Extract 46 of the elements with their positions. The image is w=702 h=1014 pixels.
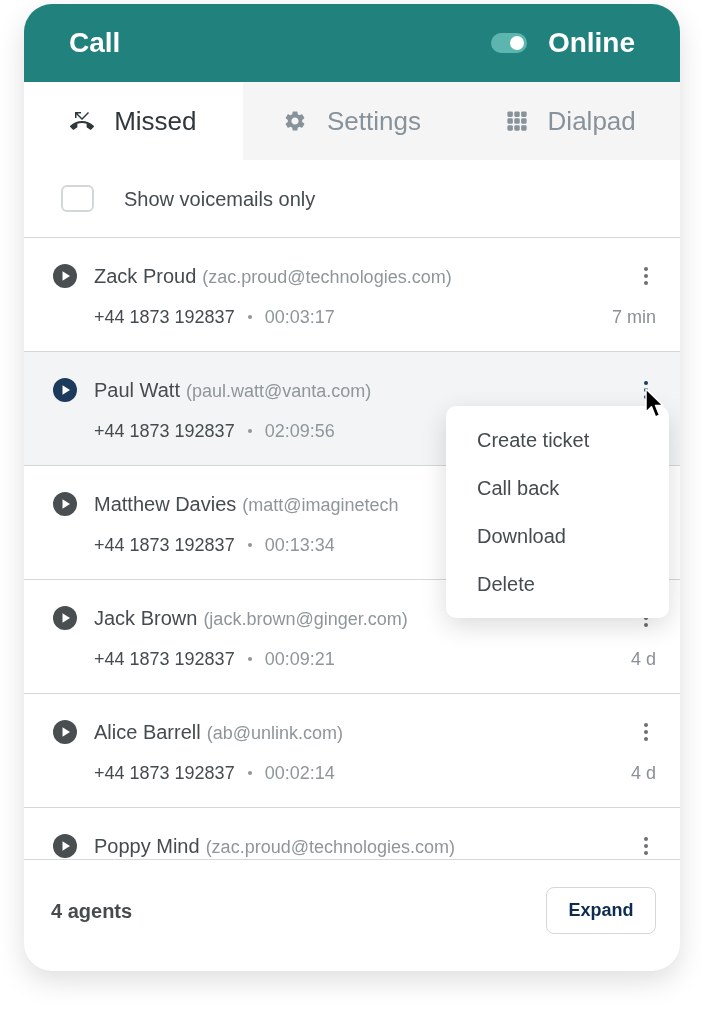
checkbox-label: Show voicemails only	[124, 186, 316, 212]
play-icon[interactable]	[53, 720, 77, 744]
menu-item[interactable]: Create ticket	[446, 416, 669, 464]
caller-name: Matthew Davies	[94, 492, 237, 517]
phone-number: +44 1873 192837	[94, 647, 235, 671]
menu-item[interactable]: Download	[446, 512, 669, 560]
call-row[interactable]: Alice Barrell (ab@unlink.com) +44 1873 192837 00:02:14 4 d	[24, 694, 680, 808]
caller-email: (ab@unlink.com)	[206, 722, 344, 745]
dialpad-icon	[505, 110, 528, 132]
menu-item[interactable]: Call back	[446, 464, 669, 512]
call-duration: 00:13:34	[264, 533, 335, 557]
caller-name: Paul Watt	[94, 378, 180, 403]
call-row[interactable]: Poppy Mind (zac.proud@technologies.com)	[24, 808, 680, 859]
call-age: 7 min	[612, 305, 656, 329]
phone-number: +44 1873 192837	[94, 419, 235, 443]
call-duration: 00:03:17	[264, 305, 335, 329]
play-icon[interactable]	[53, 834, 77, 858]
call-duration: 00:02:14	[264, 761, 335, 785]
panel-title: Call	[69, 26, 121, 60]
phone-number: +44 1873 192837	[94, 761, 235, 785]
caller-name: Jack Brown	[94, 606, 198, 631]
caller-name: Poppy Mind	[94, 834, 200, 859]
call-age: 4 d	[630, 647, 656, 671]
status-label: Online	[547, 26, 635, 60]
phone-number: +44 1873 192837	[94, 533, 235, 557]
play-icon[interactable]	[53, 492, 77, 516]
caller-email: (matt@imaginetech	[242, 494, 399, 517]
play-icon[interactable]	[53, 264, 77, 288]
expand-button[interactable]: Expand	[546, 887, 656, 934]
online-toggle[interactable]	[490, 33, 527, 53]
caller-email: (paul.watt@vanta.com)	[185, 380, 372, 403]
caller-email: (zac.proud@technologies.com)	[205, 836, 455, 859]
caller-email: (zac.proud@technologies.com)	[202, 266, 452, 289]
call-duration: 02:09:56	[264, 419, 335, 443]
voicemail-checkbox[interactable]	[61, 185, 94, 212]
play-icon[interactable]	[53, 378, 77, 402]
play-icon[interactable]	[53, 606, 77, 630]
caller-email: (jack.brown@ginger.com)	[203, 608, 408, 631]
call-duration: 00:09:21	[264, 647, 335, 671]
call-age: 4 d	[630, 761, 656, 785]
caller-name: Zack Proud	[94, 264, 197, 289]
missed-call-icon	[70, 109, 95, 133]
caller-name: Alice Barrell	[94, 720, 201, 745]
phone-number: +44 1873 192837	[94, 305, 235, 329]
agent-count: 4 agents	[51, 898, 133, 924]
call-row[interactable]: Zack Proud (zac.proud@technologies.com) +44 1873 192837 00:03:17 7 min	[24, 238, 680, 352]
